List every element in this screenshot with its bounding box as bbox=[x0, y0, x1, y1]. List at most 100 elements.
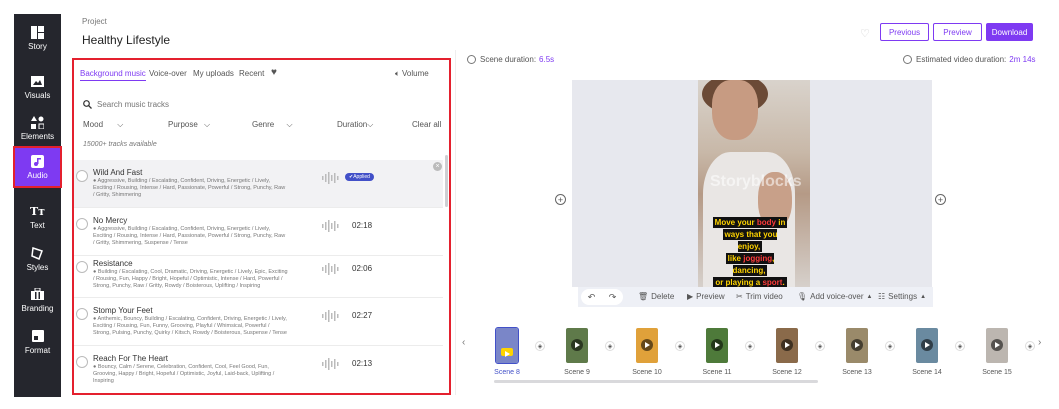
play-icon[interactable] bbox=[76, 308, 88, 320]
video-figure-face bbox=[712, 80, 758, 140]
music-note-icon bbox=[31, 154, 45, 168]
mood-filter[interactable]: Mood ⌵ bbox=[83, 120, 123, 130]
search-input[interactable] bbox=[97, 100, 297, 109]
chevron-down-icon: ⌵ bbox=[204, 120, 211, 129]
sidebar-item-elements[interactable]: Elements bbox=[14, 108, 61, 148]
layer-icon[interactable]: ◈ bbox=[745, 341, 755, 351]
caption-fragment: or playing a bbox=[715, 278, 763, 287]
scene-thumbnail-8[interactable] bbox=[495, 327, 519, 364]
track-duration: 02:06 bbox=[352, 264, 373, 273]
waveform-icon bbox=[322, 358, 339, 370]
caption-text[interactable]: Move your body in ways that you enjoy, l… bbox=[711, 217, 789, 289]
layer-icon[interactable]: ◈ bbox=[535, 341, 545, 351]
tab-recent[interactable]: Recent bbox=[239, 69, 264, 78]
scene-thumbnail-11[interactable] bbox=[706, 328, 728, 363]
sidebar-item-styles[interactable]: Styles bbox=[14, 239, 61, 279]
heart-icon[interactable]: ♡ bbox=[860, 27, 870, 40]
sidebar-item-label: Story bbox=[28, 42, 47, 51]
track-tags: ● Bouncy, Calm / Serene, Celebration, Co… bbox=[93, 364, 275, 384]
watermark: Storyblocks bbox=[710, 173, 802, 190]
duration-filter[interactable]: Duration⌵ bbox=[337, 120, 373, 130]
sidebar-item-branding[interactable]: Branding bbox=[14, 280, 61, 320]
caption-line-3: like jogging, dancing, bbox=[725, 253, 775, 276]
sidebar-item-text[interactable]: Tт Text bbox=[14, 197, 61, 237]
waveform-icon bbox=[322, 220, 339, 232]
scene-thumbnail-13[interactable] bbox=[846, 328, 868, 363]
scene-label: Scene 15 bbox=[982, 369, 1012, 376]
search-icon bbox=[83, 100, 92, 109]
image-icon bbox=[31, 74, 45, 88]
caption-line-1: Move your body in bbox=[712, 217, 788, 228]
timeline-scroll-left-chevron-icon[interactable]: ‹ bbox=[462, 337, 465, 348]
trash-icon: 🗑︎ bbox=[638, 292, 649, 301]
add-voice-over-button[interactable]: 🎙︎ Add voice-over ▲ bbox=[797, 292, 872, 301]
add-scene-before-plus-icon[interactable]: + bbox=[555, 194, 566, 205]
list-item[interactable]: Stomp Your Feet ● Anthemic, Bouncy, Buil… bbox=[74, 298, 443, 346]
purpose-filter[interactable]: Purpose ⌵ bbox=[168, 120, 210, 130]
previous-button[interactable]: Previous bbox=[880, 23, 929, 41]
sidebar-item-story[interactable]: Story bbox=[14, 18, 61, 58]
trim-video-button[interactable]: ✂ Trim video bbox=[736, 292, 783, 301]
sidebar-item-label: Format bbox=[24, 346, 51, 355]
sidebar-item-visuals[interactable]: Visuals bbox=[14, 67, 61, 107]
volume-button[interactable]: 🔈︎ Volume bbox=[395, 69, 429, 79]
scene-thumbnail-12[interactable] bbox=[776, 328, 798, 363]
scene-label: Scene 10 bbox=[632, 369, 662, 376]
scene-thumbnail-9[interactable] bbox=[566, 328, 588, 363]
chevron-down-icon: ⌵ bbox=[286, 120, 293, 129]
track-tags: ● Aggressive, Building / Escalating, Con… bbox=[93, 178, 286, 198]
tab-background-music[interactable]: Background music bbox=[80, 69, 146, 81]
list-item[interactable]: No Mercy ● Aggressive, Building / Escala… bbox=[74, 208, 443, 256]
layer-icon[interactable]: ◈ bbox=[955, 341, 965, 351]
tab-my-uploads[interactable]: My uploads bbox=[193, 69, 234, 78]
clear-all-button[interactable]: Clear all bbox=[412, 120, 441, 129]
layer-icon[interactable]: ◈ bbox=[675, 341, 685, 351]
download-button[interactable]: Download bbox=[986, 23, 1033, 41]
settings-button[interactable]: ☷ Settings ▲ bbox=[878, 292, 926, 301]
estimated-duration-value: 2m 14s bbox=[1009, 55, 1036, 64]
preview-button[interactable]: Preview bbox=[933, 23, 982, 41]
tab-voice-over[interactable]: Voice-over bbox=[149, 69, 187, 78]
sidebar: Story Visuals Elements Audio Tт Text Sty… bbox=[13, 14, 62, 397]
play-icon[interactable] bbox=[76, 170, 88, 182]
genre-filter[interactable]: Genre ⌵ bbox=[252, 120, 293, 130]
project-title[interactable]: Healthy Lifestyle bbox=[82, 33, 170, 47]
close-icon[interactable]: × bbox=[433, 162, 442, 171]
caret-up-icon: ▲ bbox=[866, 293, 873, 300]
play-icon[interactable] bbox=[76, 218, 88, 230]
scrollbar[interactable] bbox=[445, 155, 448, 207]
trim-video-label: Trim video bbox=[745, 292, 783, 301]
play-icon[interactable] bbox=[76, 261, 88, 273]
add-scene-after-plus-icon[interactable]: + bbox=[935, 194, 946, 205]
play-icon bbox=[641, 339, 653, 351]
list-item[interactable]: Reach For The Heart ● Bouncy, Calm / Ser… bbox=[74, 346, 443, 393]
shapes-icon bbox=[31, 115, 45, 129]
scene-thumbnail-14[interactable] bbox=[916, 328, 938, 363]
layer-icon[interactable]: ◈ bbox=[815, 341, 825, 351]
preview-scene-button[interactable]: ▶ Preview bbox=[687, 292, 725, 301]
tab-favorites-heart-icon[interactable]: ♥ bbox=[271, 67, 277, 78]
list-item[interactable]: Wild And Fast ● Aggressive, Building / E… bbox=[74, 160, 443, 208]
delete-button[interactable]: 🗑︎ Delete bbox=[638, 292, 674, 301]
layer-icon[interactable]: ◈ bbox=[885, 341, 895, 351]
add-voice-over-label: Add voice-over bbox=[810, 292, 864, 301]
timeline-scroll-right-chevron-icon[interactable]: › bbox=[1038, 337, 1041, 348]
applied-badge: ✔Applied bbox=[345, 173, 374, 181]
scene-thumbnail-10[interactable] bbox=[636, 328, 658, 363]
estimated-duration-label: Estimated video duration: bbox=[916, 55, 1007, 64]
scene-label: Scene 9 bbox=[564, 369, 590, 376]
scene-thumbnail-15[interactable] bbox=[986, 328, 1008, 363]
delete-label: Delete bbox=[651, 292, 675, 301]
layer-icon[interactable]: ◈ bbox=[605, 341, 615, 351]
timeline-scrollbar[interactable] bbox=[494, 380, 818, 383]
genre-filter-label: Genre bbox=[252, 120, 275, 129]
list-item[interactable]: Resistance ● Building / Escalating, Cool… bbox=[74, 251, 443, 298]
sidebar-item-audio[interactable]: Audio bbox=[13, 146, 62, 188]
sidebar-item-format[interactable]: Format bbox=[14, 322, 61, 362]
caption-fragment: like bbox=[727, 254, 744, 263]
redo-icon[interactable]: ↷ bbox=[609, 292, 617, 303]
undo-icon[interactable]: ↶ bbox=[588, 292, 596, 303]
play-icon[interactable] bbox=[76, 356, 88, 368]
track-title: Stomp Your Feet bbox=[93, 306, 153, 315]
layer-icon[interactable]: ◈ bbox=[1025, 341, 1035, 351]
